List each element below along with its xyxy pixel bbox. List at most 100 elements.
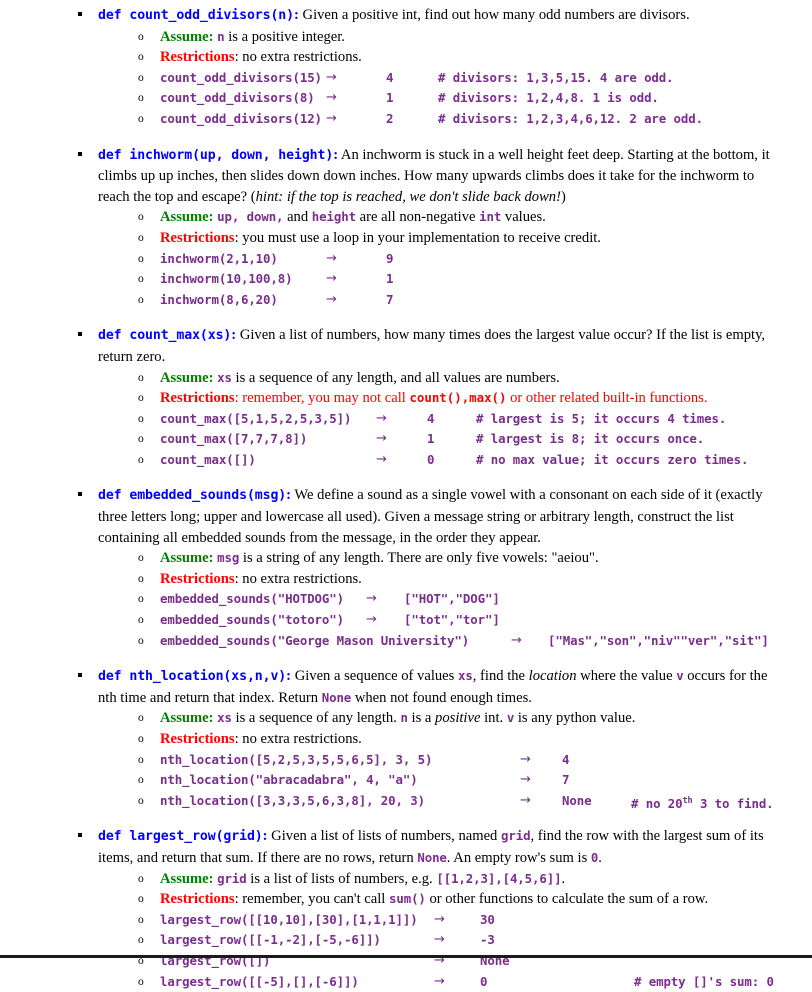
- assume-label: Assume:: [160, 710, 214, 727]
- example-call: inchworm(2,1,10): [160, 250, 278, 266]
- assume-text: msg is a string of any length. There are…: [217, 550, 599, 567]
- signature-colon: :: [231, 327, 237, 344]
- example-result: 1: [427, 431, 435, 447]
- problem-heading: def embedded_sounds(msg): We define a so…: [14, 484, 798, 548]
- circle-bullet-icon: o: [138, 593, 144, 606]
- assume-row: o Assume: n is a positive integer.: [14, 27, 798, 48]
- example-call: count_odd_divisors(8): [160, 90, 315, 106]
- example-row: o embedded_sounds("HOTDOG") → ["HOT","DOG"]: [14, 589, 798, 610]
- restrictions-label: Restrictions: [160, 49, 235, 66]
- example-call: embedded_sounds("totoro"): [160, 612, 344, 628]
- arrow-icon: →: [366, 612, 377, 628]
- arrow-icon: →: [434, 973, 445, 989]
- restrictions-text: : no extra restrictions.: [234, 731, 362, 747]
- example-call: largest_row([[-1,-2],[-5,-6]]): [160, 932, 381, 948]
- problem-count_max: def count_max(xs): Given a list of numbe…: [14, 324, 798, 470]
- problem-largest_row: def largest_row(grid): Given a list of l…: [14, 825, 798, 992]
- assume-row: o Assume: msg is a string of any length. …: [14, 548, 798, 569]
- example-row: o embedded_sounds("totoro") → ["tot","tor"]: [14, 610, 798, 631]
- restrictions-row: o Restrictions: you must use a loop in yo…: [14, 228, 798, 249]
- example-call: largest_row([[10,10],[30],[1,1,1]]): [160, 911, 418, 927]
- circle-bullet-icon: o: [138, 872, 144, 885]
- problem-description: Given a positive int, find out how many …: [302, 7, 690, 23]
- circle-bullet-icon: o: [138, 433, 144, 446]
- example-comment: # divisors: 1,3,5,15. 4 are odd.: [438, 69, 674, 85]
- example-row: o count_odd_divisors(8) → 1 # divisors: 1,2,…: [14, 88, 798, 109]
- assume-label: Assume:: [160, 870, 214, 887]
- circle-bullet-icon: o: [138, 753, 144, 766]
- assume-row: o Assume: up, down, and height are all no…: [14, 207, 798, 228]
- square-bullet-icon: [78, 484, 98, 505]
- example-result: None: [562, 792, 592, 808]
- example-result: 7: [562, 772, 570, 788]
- circle-bullet-icon: o: [138, 634, 144, 647]
- example-call: nth_location([5,2,5,3,5,5,6,5], 3, 5): [160, 751, 433, 767]
- arrow-icon: →: [520, 751, 531, 767]
- arrow-icon: →: [326, 110, 337, 126]
- problem-heading: def nth_location(xs,n,v): Given a sequen…: [14, 665, 798, 708]
- arrow-icon: →: [326, 291, 337, 307]
- assume-label: Assume:: [160, 28, 214, 45]
- restrictions-label: Restrictions: [160, 891, 235, 908]
- circle-bullet-icon: o: [138, 893, 144, 906]
- example-result: ["tot","tor"]: [404, 612, 500, 628]
- example-call: nth_location([3,3,3,5,6,3,8], 20, 3): [160, 792, 425, 808]
- document-page: def count_odd_divisors(n): Given a posit…: [0, 0, 812, 989]
- example-row: o nth_location("abracadabra", 4, "a") → 7: [14, 770, 798, 791]
- example-result: 0: [427, 451, 435, 467]
- restrictions-row: o Restrictions: remember, you can't call …: [14, 889, 798, 910]
- example-row: o largest_row([[10,10],[30],[1,1,1]]) → 30: [14, 910, 798, 931]
- example-result: 7: [386, 291, 394, 307]
- example-comment: # no 20th 3 to find.: [631, 795, 774, 811]
- circle-bullet-icon: o: [138, 794, 144, 807]
- restrictions-text: : no extra restrictions.: [234, 49, 362, 66]
- arrow-icon: →: [511, 632, 522, 648]
- example-result: 4: [427, 410, 435, 426]
- example-row: o count_max([]) → 0 # no max value; it occur…: [14, 450, 798, 471]
- example-row: o count_max([7,7,7,8]) → 1 # largest is 8; i…: [14, 429, 798, 450]
- problem-heading: def count_max(xs): Given a list of numbe…: [14, 324, 798, 367]
- example-result: 30: [480, 911, 495, 927]
- circle-bullet-icon: o: [138, 51, 144, 64]
- assume-row: o Assume: xs is a sequence of any length.…: [14, 708, 798, 729]
- circle-bullet-icon: o: [138, 92, 144, 105]
- arrow-icon: →: [434, 911, 445, 927]
- example-result: 4: [386, 69, 394, 85]
- example-comment: # divisors: 1,2,4,8. 1 is odd.: [438, 90, 659, 106]
- example-call: inchworm(10,100,8): [160, 271, 293, 287]
- square-bullet-icon: [78, 825, 98, 846]
- circle-bullet-icon: o: [138, 112, 144, 125]
- signature-colon: :: [286, 668, 292, 685]
- circle-bullet-icon: o: [138, 30, 144, 43]
- example-row: o nth_location([5,2,5,3,5,5,6,5], 3, 5) → 4: [14, 750, 798, 771]
- restrictions-label: Restrictions: [160, 390, 235, 407]
- circle-bullet-icon: o: [138, 211, 144, 224]
- example-comment: # no max value; it occurs zero times.: [476, 451, 749, 467]
- arrow-icon: →: [520, 792, 531, 808]
- restrictions-row: o Restrictions: no extra restrictions.: [14, 569, 798, 590]
- assume-text: xs is a sequence of any length. n is a p…: [217, 710, 636, 727]
- assume-label: Assume:: [160, 550, 214, 567]
- arrow-icon: →: [376, 451, 387, 467]
- restrictions-text: : remember, you can't call sum() or othe…: [234, 891, 709, 908]
- problem-heading: def inchworm(up, down, height): An inchw…: [14, 144, 798, 208]
- example-row: o embedded_sounds("George Mason Universit…: [14, 631, 798, 652]
- arrow-icon: →: [326, 90, 337, 106]
- function-signature: def embedded_sounds(msg): [98, 488, 287, 504]
- restrictions-text: : remember, you may not call count(),max…: [234, 390, 708, 407]
- circle-bullet-icon: o: [138, 934, 144, 947]
- circle-bullet-icon: o: [138, 453, 144, 466]
- arrow-icon: →: [376, 431, 387, 447]
- example-result: 0: [480, 973, 488, 989]
- problem-list: def count_odd_divisors(n): Given a posit…: [14, 4, 798, 992]
- example-call: embedded_sounds("HOTDOG"): [160, 591, 344, 607]
- restrictions-text: : no extra restrictions.: [234, 570, 362, 587]
- function-signature: def inchworm(up, down, height): [98, 147, 334, 163]
- signature-colon: :: [333, 146, 339, 163]
- assume-text: up, down, and height are all non-negativ…: [217, 209, 546, 226]
- restrictions-row: o Restrictions: remember, you may not cal…: [14, 388, 798, 409]
- example-row: o count_max([5,1,5,2,5,3,5]) → 4 # largest i…: [14, 409, 798, 430]
- problem-heading: def count_odd_divisors(n): Given a posit…: [14, 4, 798, 27]
- square-bullet-icon: [78, 665, 98, 686]
- example-result: -3: [480, 932, 495, 948]
